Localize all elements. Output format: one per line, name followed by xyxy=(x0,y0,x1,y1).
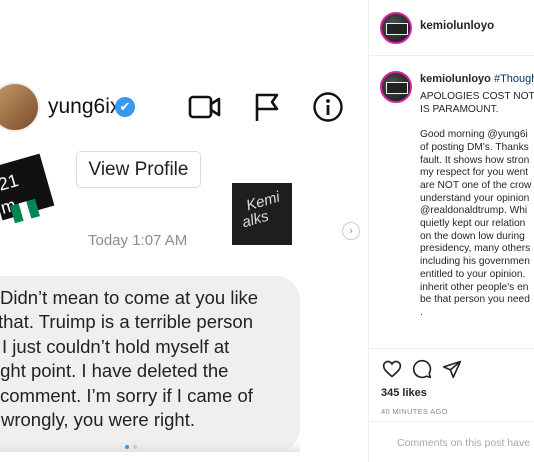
author-avatar[interactable] xyxy=(380,12,412,44)
caption-header: kemiolunloyo #Thought xyxy=(420,73,534,85)
info-icon xyxy=(312,92,344,129)
video-icon xyxy=(188,92,222,127)
kemi-talks-logo: Kemi alks xyxy=(232,183,292,245)
post-media: yung6ix ✔ 21 m View Profile K xyxy=(0,0,368,462)
message-line: that. Truimp is a terrible person xyxy=(0,311,253,333)
message-line: Didn’t mean to come at you like xyxy=(0,287,259,308)
comment-bar: Comments on this post have xyxy=(369,421,534,462)
carousel-dot xyxy=(125,445,129,449)
post-time[interactable]: 40 MINUTES AGO xyxy=(381,407,448,416)
heart-icon[interactable] xyxy=(382,359,402,384)
author-username[interactable]: kemiolunloyo xyxy=(420,20,494,32)
next-media-button[interactable]: › xyxy=(342,222,360,240)
verified-icon: ✔ xyxy=(115,97,135,117)
caption-area: kemiolunloyo #Thought APOLOGIES COST NOT… xyxy=(369,57,534,347)
message-bubble: Didn’t mean to come at you like that. Tr… xyxy=(0,276,300,452)
dm-avatar xyxy=(0,82,40,132)
likes-count[interactable]: 345 likes xyxy=(381,387,427,399)
view-profile-button: View Profile xyxy=(76,151,201,188)
caption-avatar[interactable] xyxy=(380,71,412,103)
flag-icon xyxy=(253,92,281,127)
message-line: wrongly, you were right. xyxy=(1,409,195,431)
post-panel: kemiolunloyo kemiolunloyo #Thought APOLO… xyxy=(368,0,534,462)
comments-disabled-note: Comments on this post have xyxy=(397,437,531,449)
carousel-dot xyxy=(133,445,137,449)
caption-hashtag[interactable]: #Thought xyxy=(494,73,534,85)
message-line: ight point. I have deleted the xyxy=(0,360,229,382)
caption-text: APOLOGIES COST NOTH IS PARAMOUNT. Good m… xyxy=(420,91,534,318)
bubble-fade xyxy=(0,442,300,452)
message-timestamp: Today 1:07 AM xyxy=(88,232,188,249)
message-line: comment. I’m sorry if I came of xyxy=(0,384,253,406)
message-line: I just couldn’t hold myself at xyxy=(2,335,230,357)
comment-icon[interactable] xyxy=(412,359,432,384)
post-actions: 345 likes 40 MINUTES AGO xyxy=(369,348,534,428)
share-icon[interactable] xyxy=(442,359,462,384)
carousel-dots xyxy=(125,445,137,449)
post-header: kemiolunloyo xyxy=(369,0,534,56)
caption-username[interactable]: kemiolunloyo xyxy=(420,73,491,85)
dm-header: yung6ix ✔ xyxy=(0,82,368,132)
dm-username: yung6ix xyxy=(48,95,121,118)
